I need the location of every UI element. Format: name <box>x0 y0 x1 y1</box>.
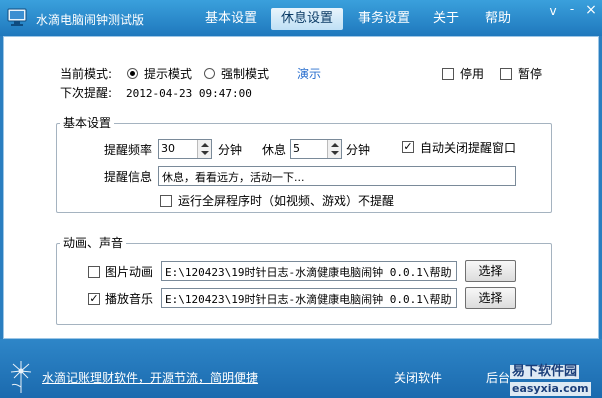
animation-label[interactable]: 图片动画 <box>105 265 153 279</box>
close-button[interactable]: × <box>584 2 598 18</box>
frequency-value: 30 <box>161 142 175 155</box>
watermark-title: 易下软件园 <box>510 364 580 379</box>
music-label[interactable]: 播放音乐 <box>105 292 153 306</box>
stepper-down-icon[interactable] <box>201 151 209 155</box>
title-bar: 水滴电脑闹钟测试版 基本设置 休息设置 事务设置 关于 帮助 v - × <box>0 0 602 36</box>
rest-value: 5 <box>293 142 300 155</box>
stepper-up-icon[interactable] <box>331 143 339 147</box>
next-reminder-time: 2012-04-23 09:47:00 <box>126 87 252 100</box>
auto-close-checkbox[interactable]: ✓ <box>402 141 414 153</box>
rest-stepper[interactable]: 5 <box>290 139 342 159</box>
mode-label: 当前模式: <box>60 67 113 81</box>
tab-basic-settings[interactable]: 基本设置 <box>199 8 263 30</box>
message-label: 提醒信息 <box>104 170 153 184</box>
footer-bar: 水滴记账理财软件，开源节流，简明便捷 关闭软件 后台 易下软件园 easyxia… <box>0 339 602 398</box>
media-legend: 动画、声音 <box>60 236 127 250</box>
music-path-input[interactable]: E:\120423\19时针日志-水滴健康电脑闹钟 0.0.1\帮助 <box>161 288 457 308</box>
stop-label[interactable]: 停用 <box>460 67 484 81</box>
tab-task-settings[interactable]: 事务设置 <box>353 8 415 30</box>
close-software-button[interactable]: 关闭软件 <box>394 371 442 385</box>
animation-path-input[interactable]: E:\120423\19时针日志-水滴健康电脑闹钟 0.0.1\帮助 <box>161 261 457 281</box>
footer-ad-link[interactable]: 水滴记账理财软件，开源节流，简明便捷 <box>42 371 258 385</box>
frequency-label: 提醒频率 <box>104 143 153 157</box>
music-choose-button[interactable]: 选择 <box>465 287 516 309</box>
prompt-mode-label[interactable]: 提示模式 <box>144 67 192 81</box>
watermark-url: easyxia.com <box>510 382 591 396</box>
dandelion-logo-icon <box>10 361 32 393</box>
menu-dropdown-button[interactable]: v <box>546 4 560 18</box>
music-checkbox[interactable]: ✓ <box>88 293 100 305</box>
frequency-unit: 分钟 <box>218 143 243 157</box>
computer-icon <box>7 8 27 26</box>
next-reminder-label: 下次提醒: <box>60 86 113 100</box>
tab-help[interactable]: 帮助 <box>478 8 518 30</box>
fullscreen-label[interactable]: 运行全屏程序时（如视频、游戏）不提醒 <box>178 194 394 208</box>
animation-choose-button[interactable]: 选择 <box>465 260 516 282</box>
stepper-up-icon[interactable] <box>201 143 209 147</box>
stop-checkbox[interactable] <box>442 68 454 80</box>
message-input[interactable]: 休息，看看远方，活动一下... <box>158 166 516 186</box>
rest-stepper-arrows[interactable] <box>327 140 341 158</box>
tab-about[interactable]: 关于 <box>426 8 466 30</box>
basic-settings-legend: 基本设置 <box>60 116 115 130</box>
fullscreen-checkbox[interactable] <box>160 195 172 207</box>
radio-force-mode[interactable] <box>204 68 215 79</box>
rest-unit: 分钟 <box>346 143 371 157</box>
settings-panel: 当前模式: 提示模式 强制模式 演示 停用 暂停 下次提醒: 2012-04-2… <box>3 36 599 339</box>
frequency-stepper-arrows[interactable] <box>197 140 211 158</box>
pause-label[interactable]: 暂停 <box>518 67 542 81</box>
auto-close-label[interactable]: 自动关闭提醒窗口 <box>420 141 516 155</box>
radio-prompt-mode[interactable] <box>127 68 138 79</box>
minimize-button[interactable]: - <box>565 2 579 16</box>
tab-rest-settings[interactable]: 休息设置 <box>271 8 343 30</box>
app-title: 水滴电脑闹钟测试版 <box>36 13 145 27</box>
stepper-down-icon[interactable] <box>331 151 339 155</box>
frequency-stepper[interactable]: 30 <box>158 139 212 159</box>
media-group <box>56 243 552 325</box>
background-button[interactable]: 后台 <box>486 371 510 385</box>
animation-checkbox[interactable] <box>88 266 100 278</box>
force-mode-label[interactable]: 强制模式 <box>221 67 269 81</box>
rest-label: 休息 <box>262 143 287 157</box>
pause-checkbox[interactable] <box>500 68 512 80</box>
demo-link[interactable]: 演示 <box>297 67 321 81</box>
